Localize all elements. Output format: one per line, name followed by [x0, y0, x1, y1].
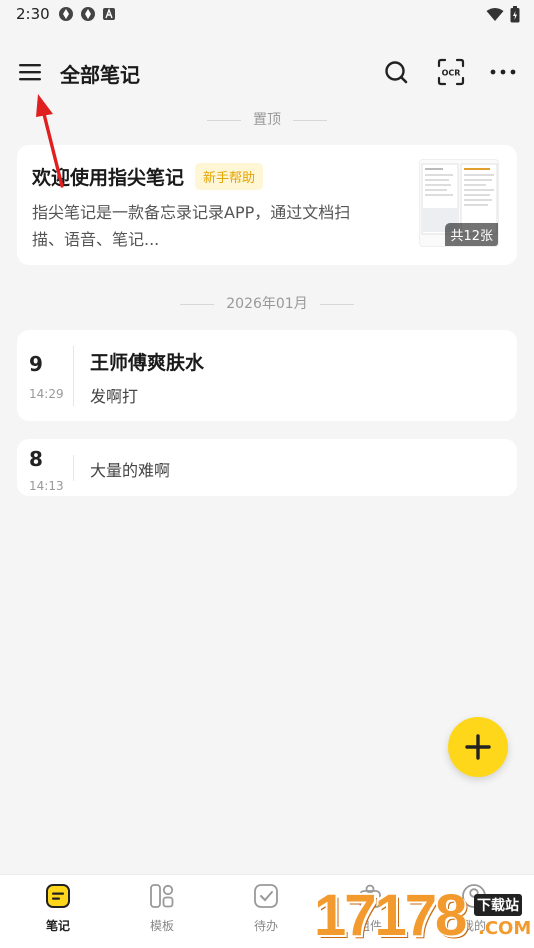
battery-icon — [510, 6, 520, 27]
note-time: 14:29 — [29, 387, 64, 401]
page-title: 全部笔记 — [60, 63, 140, 87]
plus-icon — [465, 734, 491, 760]
nav-label: 模板 — [149, 919, 174, 933]
note-divider — [73, 346, 74, 406]
wifi-icon — [486, 7, 504, 26]
note-day: 8 — [29, 447, 43, 471]
note-time: 14:13 — [29, 479, 64, 493]
divider-line — [207, 119, 241, 121]
search-icon[interactable] — [382, 58, 410, 86]
nav-label: 待办 — [253, 919, 278, 933]
note-image-thumbnail[interactable]: 共12张 — [419, 159, 499, 247]
menu-icon[interactable] — [16, 58, 46, 86]
nav-item-templates[interactable]: 模板 — [132, 883, 192, 934]
help-badge: 新手帮助 — [195, 163, 264, 190]
note-card[interactable]: 9 14:29 王师傅爽肤水 发啊打 — [17, 330, 517, 421]
nav-label: 笔记 — [45, 919, 70, 933]
pinned-note-card[interactable]: 欢迎使用指尖笔记 新手帮助 指尖笔记是一款备忘录记录APP，通过文档扫 描、语音… — [17, 145, 517, 265]
annotation-arrow-icon — [36, 94, 64, 188]
watermark-subtitle: 下载站 — [474, 894, 522, 916]
status-bar: 2:30 — [0, 0, 534, 28]
note-body: 发啊打 — [90, 387, 139, 406]
divider-line — [180, 303, 215, 305]
month-label-text: 2026年01月 — [226, 296, 308, 312]
note-body: 大量的难啊 — [90, 461, 171, 480]
note-description: 指尖笔记是一款备忘录记录APP，通过文档扫 描、语音、笔记... — [32, 199, 392, 253]
pinned-label-text: 置顶 — [253, 112, 281, 128]
note-description-line: 指尖笔记是一款备忘录记录APP，通过文档扫 — [32, 203, 351, 222]
nav-item-todo[interactable]: 待办 — [236, 883, 296, 934]
divider-line — [293, 119, 327, 121]
month-section-label: 2026年01月 — [0, 293, 534, 313]
app-notification-icon — [58, 6, 74, 22]
watermark-domain: .COM — [478, 918, 532, 939]
status-notification-icons — [58, 6, 118, 22]
nav-item-notes[interactable]: 笔记 — [28, 883, 88, 934]
divider-line — [319, 303, 354, 305]
notes-icon — [46, 884, 70, 908]
note-day: 9 — [29, 352, 43, 376]
app-notification-icon — [80, 6, 96, 22]
add-note-button[interactable] — [448, 717, 508, 777]
note-card[interactable]: 8 14:13 大量的难啊 — [17, 439, 517, 496]
image-count-badge: 共12张 — [445, 223, 498, 246]
svg-text:OCR: OCR — [442, 69, 461, 78]
watermark-digits: 17178 — [314, 883, 467, 948]
templates-icon — [150, 884, 174, 908]
note-description-line: 描、语音、笔记... — [32, 230, 160, 249]
todo-check-icon — [254, 884, 278, 908]
a-notification-icon — [102, 6, 118, 22]
more-options-icon[interactable] — [488, 58, 518, 86]
note-divider — [73, 455, 74, 481]
ocr-scan-icon[interactable]: OCR — [436, 57, 466, 87]
app-header: 全部笔记 OCR — [0, 48, 534, 96]
note-title: 王师傅爽肤水 — [90, 352, 205, 374]
status-time: 2:30 — [16, 5, 50, 23]
pinned-section-label: 置顶 — [0, 109, 534, 129]
site-watermark-logo: 17178 下载站 .COM — [306, 880, 534, 948]
